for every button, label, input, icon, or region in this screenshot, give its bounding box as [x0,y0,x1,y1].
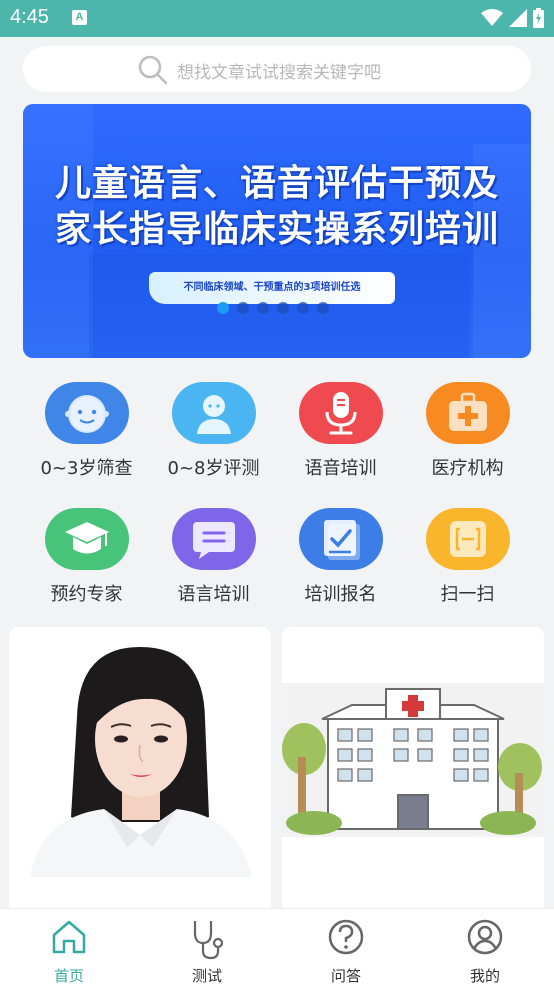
pagination-dot[interactable] [257,302,269,314]
tab-label: 问答 [330,967,361,984]
home-icon [52,920,86,954]
tab-mine[interactable]: 我的 [416,909,554,984]
pagination-dot[interactable] [297,302,309,314]
menu-item-book-expert[interactable]: 预约专家 [23,508,150,606]
child-person-icon [171,382,256,444]
profile-icon [467,919,503,955]
search-input[interactable]: 想找文章试试搜索关键字吧 [177,58,381,83]
pagination-dot[interactable] [277,302,289,314]
tab-home[interactable]: 首页 [0,909,138,984]
menu-item-assessment[interactable]: 0~8岁评测 [150,382,277,480]
menu-label: 预约专家 [50,584,123,605]
baby-face-icon [44,382,129,444]
menu-label: 0~8岁评测 [167,458,260,479]
hospital-illustration-image [282,627,544,917]
book-check-icon [298,508,383,570]
banner-pagination [217,302,329,314]
signal-icon [509,9,527,27]
graduation-cap-icon [44,508,129,570]
status-icons [481,8,544,28]
menu-item-medical[interactable]: 医疗机构 [404,382,531,480]
tab-qa[interactable]: 问答 [277,909,415,984]
search-icon [138,55,168,85]
menu-item-speech-training[interactable]: 语音培训 [277,382,404,480]
status-time: 4:45 [10,6,49,28]
banner-title-line1: 儿童语言、语音评估干预及 [54,163,499,204]
tab-test[interactable]: 测试 [138,909,276,984]
menu-label: 培训报名 [304,584,377,605]
menu-item-language-training[interactable]: 语言培训 [150,508,277,606]
menu-item-screening[interactable]: 0~3岁筛查 [23,382,150,480]
medical-kit-icon [425,382,510,444]
menu-item-registration[interactable]: 培训报名 [277,508,404,606]
notification-icon: A [72,10,87,25]
menu-item-scan[interactable]: 扫一扫 [404,508,531,606]
pagination-dot[interactable] [317,302,329,314]
institution-card[interactable] [282,627,544,917]
promo-banner[interactable]: 儿童语言、语音评估干预及 家长指导临床实操系列培训 不同临床领域、干预重点的3项… [23,104,531,358]
tab-label: 首页 [53,967,84,984]
battery-icon [533,8,544,28]
wifi-icon [481,9,503,26]
banner-subtitle-pill: 不同临床领域、干预重点的3项培训任选 [149,272,395,304]
menu-label: 扫一扫 [440,584,495,605]
pagination-dot[interactable] [237,302,249,314]
question-icon [328,919,364,955]
search-bar[interactable]: 想找文章试试搜索关键字吧 [23,46,531,92]
scan-icon [425,508,510,570]
tab-label: 我的 [469,967,500,984]
expert-card[interactable] [9,627,271,917]
pagination-dot[interactable] [217,302,229,314]
menu-label: 语音培训 [304,458,377,479]
microphone-icon [298,382,383,444]
status-bar: 4:45 A [0,0,554,37]
menu-label: 0~3岁筛查 [40,458,133,479]
stethoscope-icon [193,921,224,960]
expert-portrait-image [9,627,271,917]
menu-label: 语言培训 [177,584,250,605]
menu-label: 医疗机构 [431,458,504,479]
chat-bubble-icon [171,508,256,570]
banner-title-line2: 家长指导临床实操系列培训 [54,209,499,250]
bottom-tab-bar: 首页 测试 问答 我的 [0,908,554,984]
tab-label: 测试 [191,967,222,984]
